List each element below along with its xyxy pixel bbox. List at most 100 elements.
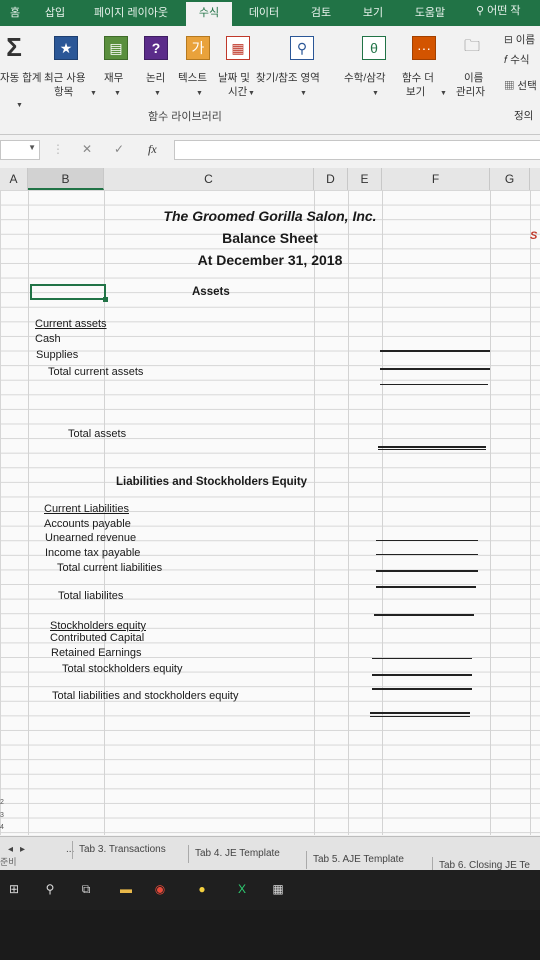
column-divider — [28, 190, 29, 835]
unearned-revenue-label: Unearned revenue — [45, 532, 137, 544]
define-name-item[interactable]: ⊟ 이름 — [504, 32, 535, 47]
tab-data[interactable]: 데이터 — [242, 4, 286, 26]
menu-bar: 홈 삽입 페이지 레이아웃 수식 데이터 검토 보기 도움말 ⚲ 어떤 작 — [0, 0, 540, 26]
underline-rule — [376, 554, 478, 555]
confirm-entry-button[interactable]: ✓ — [114, 142, 124, 156]
selected-cell[interactable] — [30, 284, 108, 302]
question-icon[interactable]: ? — [144, 36, 168, 60]
datetime-label: 날짜 및 — [218, 72, 250, 84]
chevron-down-icon[interactable]: ▼ — [300, 90, 307, 97]
liabilities-equity-header: Liabilities and Stockholders Equity — [116, 476, 308, 488]
sheet-tab-transactions[interactable]: Tab 3. Transactions — [72, 841, 166, 859]
name-box[interactable]: ▼ — [0, 140, 40, 160]
insert-function-button[interactable]: fx — [148, 142, 157, 157]
underline-rule — [372, 674, 472, 676]
chevron-down-icon[interactable]: ▼ — [372, 90, 379, 97]
book-icon[interactable]: ▤ — [104, 36, 128, 60]
tab-insert[interactable]: 삽입 — [40, 4, 70, 26]
windows-icon[interactable]: ⊞ — [4, 880, 24, 898]
defined-names-group-label: 정의 — [514, 110, 534, 122]
total-current-assets-label: Total current assets — [48, 366, 144, 378]
create-from-selection-item[interactable]: ▦ 선택 — [504, 78, 537, 93]
total-stockholders-equity-label: Total stockholders equity — [62, 663, 183, 675]
use-in-formula-item[interactable]: 𝑓 수식 — [504, 52, 530, 67]
chevron-down-icon[interactable]: ▼ — [440, 90, 447, 97]
chrome-icon[interactable]: ◉ — [150, 880, 170, 898]
chevron-down-icon[interactable]: ▼ — [196, 90, 203, 97]
underline-rule — [376, 540, 478, 541]
column-divider — [530, 190, 531, 835]
offscreen-cell-text: S — [530, 230, 538, 242]
column-header-a[interactable]: A — [0, 168, 28, 190]
star-icon[interactable]: ★ — [54, 36, 78, 60]
chevron-down-icon[interactable]: ▼ — [16, 102, 23, 109]
name-manager-icon[interactable]: 🗀 — [460, 36, 484, 60]
magnifier-icon[interactable]: ⚲ — [290, 36, 314, 60]
task-view-icon[interactable]: ⧉ — [76, 880, 96, 898]
double-underline-rule — [378, 446, 486, 448]
underline-rule — [380, 350, 490, 352]
windows-taskbar: ⊞ ⚲ ⧉ ▬ ◉ ● X ▦ — [0, 870, 540, 910]
column-header-c[interactable]: C — [104, 168, 314, 190]
kakaotalk-icon[interactable]: ● — [192, 880, 212, 898]
total-liabilities-equity-label: Total liabilities and stockholders equit… — [52, 690, 239, 702]
name-manager-label: 이름 — [464, 72, 484, 84]
autosum-label: 자동 합계 — [0, 72, 42, 84]
accounts-payable-label: Accounts payable — [44, 518, 131, 530]
current-liabilities-label: Current Liabilities — [44, 503, 129, 515]
column-header-d[interactable]: D — [314, 168, 348, 190]
tab-formulas[interactable]: 수식 — [186, 2, 232, 26]
calendar-icon[interactable]: ▦ — [226, 36, 250, 60]
statement-title: Balance Sheet — [222, 230, 318, 246]
tab-help[interactable]: 도움말 — [408, 4, 452, 26]
row-number[interactable]: 2 — [0, 799, 4, 806]
tab-home[interactable]: 홈 — [4, 4, 26, 26]
more-icon[interactable]: ··· — [412, 36, 436, 60]
excel-icon[interactable]: X — [232, 880, 252, 898]
underline-rule — [372, 688, 472, 690]
tell-me-search[interactable]: ⚲ 어떤 작 — [476, 2, 521, 18]
tab-review[interactable]: 검토 — [304, 4, 338, 26]
row-number[interactable]: 4 — [0, 824, 4, 831]
recent-label: 최근 사용 — [44, 72, 86, 84]
underline-rule — [376, 570, 478, 572]
cancel-entry-button[interactable]: ✕ — [82, 142, 92, 156]
sheet-tab-aje-template[interactable]: Tab 5. AJE Template — [306, 851, 404, 869]
formula-input[interactable] — [174, 140, 540, 160]
sigma-icon[interactable]: Σ — [2, 34, 26, 60]
row-number[interactable]: 3 — [0, 812, 4, 819]
income-tax-payable-label: Income tax payable — [45, 547, 141, 559]
company-name: The Groomed Gorilla Salon, Inc. — [163, 208, 377, 224]
file-explorer-icon[interactable]: ▬ — [116, 880, 136, 898]
search-icon[interactable]: ⚲ — [40, 880, 60, 898]
chevron-down-icon[interactable]: ▼ — [154, 90, 161, 97]
math-label: 수학/삼각 — [344, 72, 386, 84]
stockholders-equity-label: Stockholders equity — [50, 620, 146, 632]
column-header-g[interactable]: G — [490, 168, 530, 190]
statement-date: At December 31, 2018 — [197, 252, 343, 268]
logical-label: 논리 — [146, 72, 166, 84]
text-icon[interactable]: 가 — [186, 36, 210, 60]
column-divider — [348, 190, 349, 835]
tab-page-layout[interactable]: 페이지 레이아웃 — [84, 4, 178, 26]
chevron-down-icon[interactable]: ▼ — [28, 143, 36, 152]
contributed-capital-label: Contributed Capital — [50, 632, 145, 644]
calculator-icon[interactable]: ▦ — [268, 880, 288, 898]
column-divider — [490, 190, 491, 835]
worksheet-grid[interactable]: The Groomed Gorilla Salon, Inc. Balance … — [0, 190, 540, 835]
column-header-b[interactable]: B — [28, 168, 104, 190]
chevron-down-icon[interactable]: ▼ — [114, 90, 121, 97]
column-header-e[interactable]: E — [348, 168, 382, 190]
tab-view[interactable]: 보기 — [356, 4, 390, 26]
current-assets-label: Current assets — [35, 318, 107, 330]
assets-header: Assets — [192, 286, 230, 298]
total-assets-label: Total assets — [68, 428, 127, 440]
chevron-down-icon[interactable]: ▼ — [248, 90, 255, 97]
ribbon: Σ ★ ▤ ? 가 ▦ ⚲ θ ··· 🗀 자동 합계 최근 사용 항목 재무 … — [0, 26, 540, 135]
column-header-f[interactable]: F — [382, 168, 490, 190]
excel-window: 홈 삽입 페이지 레이아웃 수식 데이터 검토 보기 도움말 ⚲ 어떤 작 Σ … — [0, 0, 540, 900]
chevron-down-icon[interactable]: ▼ — [90, 90, 97, 97]
theta-icon[interactable]: θ — [362, 36, 386, 60]
sheet-tab-je-template[interactable]: Tab 4. JE Template — [188, 845, 280, 863]
double-underline-rule — [378, 449, 486, 450]
